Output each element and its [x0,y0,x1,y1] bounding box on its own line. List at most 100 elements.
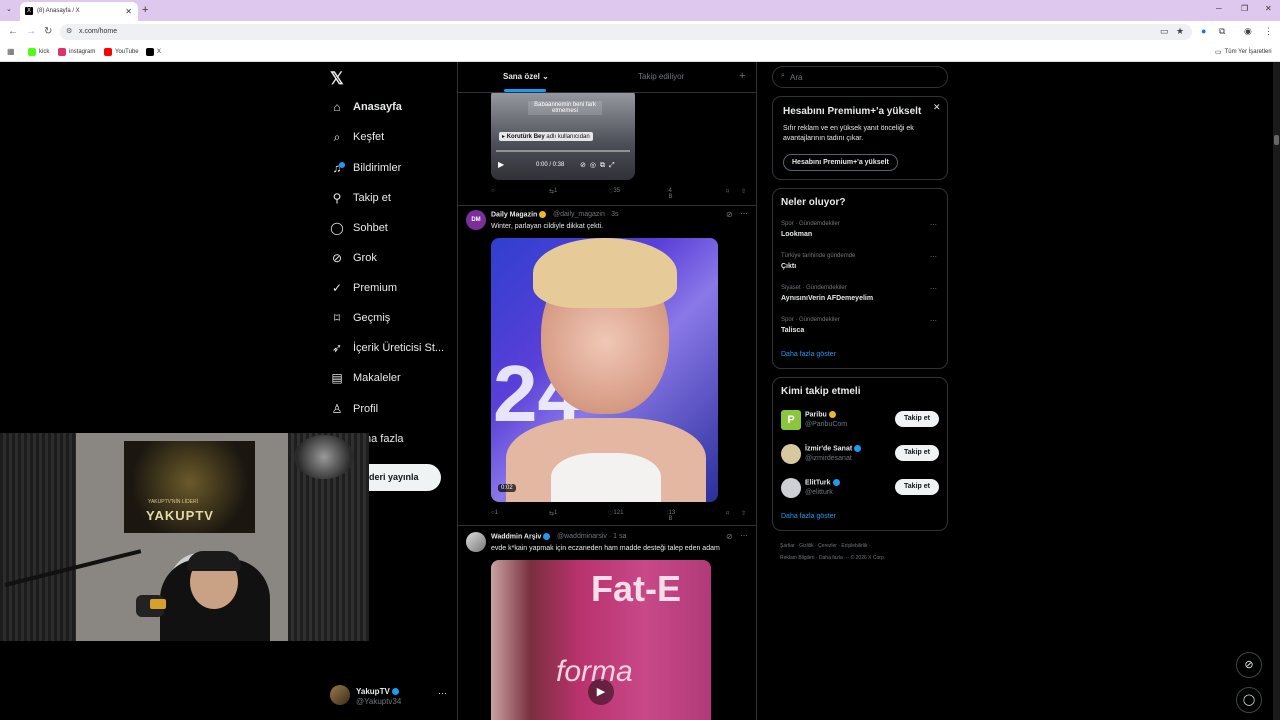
nav-item-follow[interactable]: ⚲ Takip et [330,187,391,209]
more-icon[interactable]: ⋯ [930,221,937,229]
tab-close-icon[interactable]: ✕ [125,7,132,16]
footer-line[interactable]: Reklam Bilgileri · Daha fazla ··· © 2026… [780,552,950,564]
apps-grid-icon[interactable]: ▦ [7,47,15,56]
tweet-author[interactable]: Waddmin Arşiv [491,533,551,540]
share-icon[interactable]: ⇧ [741,188,746,195]
play-icon[interactable]: ▶ [498,160,504,169]
nav-item-premium[interactable]: ✓ Premium [330,277,397,299]
footer-links[interactable]: Şartlar · Gizlilik · Çerezler · Erişileb… [780,540,950,564]
reload-icon[interactable]: ↻ [44,26,52,37]
search-input[interactable]: ⌕ Ara [772,66,948,88]
tweet3-video[interactable]: Fat-E forma ▶ [491,560,711,720]
bookmark-icon[interactable]: ⌑ [726,510,729,517]
scrollbar[interactable] [1273,62,1280,720]
close-icon[interactable]: ✕ [933,102,941,113]
grok-fab-icon[interactable]: ⊘ [1236,652,1262,678]
forward-icon[interactable]: → [26,26,36,37]
nav-item-explore[interactable]: ⌕ Keşfet [330,126,385,148]
trend-item[interactable]: Spor · Gündemdekiler Talisca ⋯ [781,317,941,341]
bookmark-instagram[interactable]: instagram [58,48,95,56]
follow-button[interactable]: Takip et [895,411,939,427]
views-button[interactable]: ⫶ 4 B [667,188,673,200]
follow-suggestion[interactable]: İzmir'de Sanat @izmirdesanat Takip et [781,442,941,466]
trend-item[interactable]: Türkiye tarihinde gündemde Çıktı ⋯ [781,253,941,277]
grok-icon[interactable]: ⊘ [726,210,733,219]
nav-item-home[interactable]: ⌂ Anasayfa [330,96,402,118]
more-icon[interactable]: ⋯ [930,317,937,325]
follow-suggestion[interactable]: ElitTurk @elitturk Takip et [781,476,941,500]
video-progress-bar[interactable] [496,150,630,152]
more-icon[interactable]: ⋯ [930,285,937,293]
more-icon[interactable]: ⋯ [740,531,748,540]
nav-item-notifications[interactable]: ♫ Bildirimler [330,157,402,179]
bookmark-icon[interactable]: ⌑ [726,188,729,195]
profile-avatar-icon[interactable]: ◉ [1244,26,1252,37]
more-icon[interactable]: ⋯ [740,209,748,218]
scrollbar-thumb[interactable] [1274,135,1279,145]
follow-button[interactable]: Takip et [895,445,939,461]
account-switcher[interactable]: YakupTV @Yakuptv34 ⋯ [330,682,450,710]
maximize-icon[interactable]: ❐ [1241,4,1248,13]
nav-item-more[interactable]: ha fazla [365,428,404,450]
cast-icon[interactable]: ▭ [1160,26,1169,37]
nav-item-creator-studio[interactable]: ➶ İçerik Üreticisi St... [330,337,444,359]
play-icon[interactable]: ▶ [588,679,614,705]
x-logo-icon[interactable]: 𝕏 [330,69,344,89]
site-info-icon[interactable]: ⚙ [66,27,72,35]
grok-icon[interactable]: ⊘ [726,532,733,541]
premium-icon: ✓ [331,281,343,295]
show-more-link[interactable]: Daha fazla göster [781,351,836,358]
extensions-puzzle-icon[interactable]: ⧉ [1219,26,1225,37]
all-bookmarks[interactable]: ▭ Tüm Yer İşaretleri [1215,48,1272,56]
star-icon[interactable]: ★ [1176,26,1184,37]
retweet-button[interactable]: ⇆ 1 [549,510,557,517]
add-tab-icon[interactable]: + [739,70,745,82]
avatar[interactable]: DM [466,210,486,230]
tweet-author[interactable]: Daily Magazin [491,211,547,218]
browser-tab[interactable]: X (8) Anasayfa / X ✕ [20,2,138,21]
avatar[interactable] [466,532,486,552]
window-close-icon[interactable]: ✕ [1265,4,1272,13]
tab-following[interactable]: Takip ediliyor [638,72,684,81]
follow-suggestion[interactable]: P Paribu @ParibuCom Takip et [781,408,941,432]
footer-line[interactable]: Şartlar · Gizlilik · Çerezler · Erişileb… [780,540,950,552]
more-icon[interactable]: ⋯ [930,253,937,261]
tweet1-video[interactable]: Babaannemin beni fark etmemesi ▸ Korutür… [491,88,635,180]
article-icon: ▤ [331,371,343,385]
nav-item-grok[interactable]: ⊘ Grok [330,247,377,269]
video-control-icons[interactable]: ⊘◎⧉⤢ [580,161,619,170]
tweet-text: Winter, parlayan cildiyle dikkat çekti. [491,223,604,230]
nav-item-articles[interactable]: ▤ Makaleler [330,367,400,389]
premium-upgrade-button[interactable]: Hesabını Premium+'a yükselt [783,154,898,171]
like-button[interactable]: ♡ 121 [608,510,623,517]
trend-item[interactable]: Spor · Gündemdekiler Lookman ⋯ [781,221,941,245]
nav-item-profile[interactable]: ♙ Profil [330,398,378,420]
retweet-button[interactable]: ⇆ 1 [549,188,557,195]
nav-item-chat[interactable]: ◯ Sohbet [330,217,388,239]
nav-item-bookmarks[interactable]: ⌑ Geçmiş [330,307,390,329]
new-tab-icon[interactable]: + [142,4,148,16]
bookmark-youtube[interactable]: YouTube [104,48,139,56]
follow-button[interactable]: Takip et [895,479,939,495]
tab-search-icon[interactable]: ⌄ [6,5,12,13]
more-icon[interactable]: ⋯ [438,688,447,699]
bookmark-kick[interactable]: kick [28,48,49,56]
reply-icon[interactable]: ○ [491,188,495,194]
extension-icon[interactable]: ● [1201,26,1206,36]
messages-fab-icon[interactable]: ◯ [1236,687,1262,713]
like-button[interactable]: ♡ 35 [608,188,620,195]
views-button[interactable]: ⫶ 13 B [667,510,675,522]
show-more-link[interactable]: Daha fazla göster [781,513,836,520]
address-bar[interactable]: ⚙ x.com/home [60,24,1192,40]
nav-label: Keşfet [353,131,385,143]
reply-button[interactable]: ○ 1 [491,510,498,516]
back-icon[interactable]: ← [8,26,18,37]
trend-item[interactable]: Siyaset · Gündemdekiler AynısınıVerin AF… [781,285,941,309]
tweet2-video[interactable]: 24 0:02 [491,238,718,502]
tab-for-you[interactable]: Sana özel ⌄ [503,72,549,81]
browser-menu-icon[interactable]: ⋮ [1264,26,1273,37]
grok-icon: ⊘ [331,251,343,265]
bookmark-x[interactable]: X [146,48,161,56]
share-icon[interactable]: ⇧ [741,510,746,517]
minimize-icon[interactable]: ─ [1216,4,1222,13]
